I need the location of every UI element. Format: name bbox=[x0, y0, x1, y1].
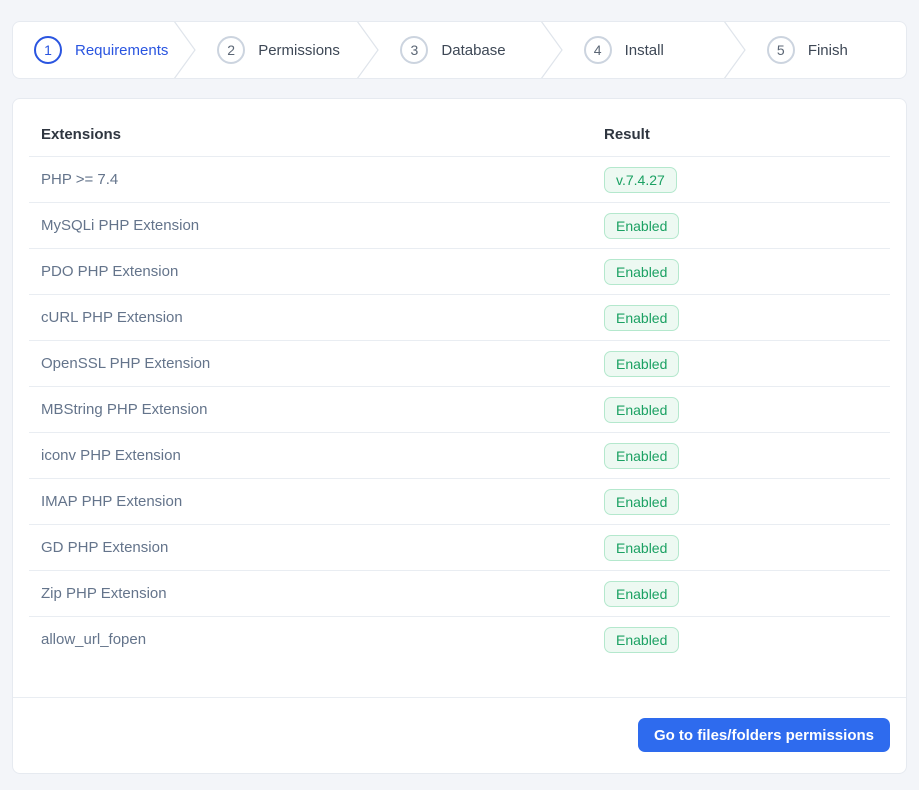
result-cell: Enabled bbox=[592, 524, 890, 571]
table-row: MBString PHP Extension Enabled bbox=[29, 386, 890, 433]
result-cell: Enabled bbox=[592, 294, 890, 341]
step-finish[interactable]: 5 Finish bbox=[746, 22, 906, 78]
table-row: allow_url_fopen Enabled bbox=[29, 617, 890, 663]
wizard-stepper: 1 Requirements 2 Permissions 3 Database … bbox=[12, 21, 907, 79]
step-label: Database bbox=[441, 41, 506, 59]
step-label: Finish bbox=[807, 41, 848, 59]
status-badge: Enabled bbox=[604, 304, 680, 331]
extension-name: IMAP PHP Extension bbox=[29, 478, 592, 525]
requirements-table-wrap: Extensions Result PHP >= 7.4 v.7.4.27 My… bbox=[13, 99, 906, 697]
table-row: IMAP PHP Extension Enabled bbox=[29, 478, 890, 525]
table-row: PHP >= 7.4 v.7.4.27 bbox=[29, 156, 890, 203]
extensions-column-header: Extensions bbox=[29, 99, 592, 157]
go-to-permissions-button[interactable]: Go to files/folders permissions bbox=[637, 718, 890, 752]
result-cell: Enabled bbox=[592, 432, 890, 479]
result-cell: v.7.4.27 bbox=[592, 156, 890, 203]
result-cell: Enabled bbox=[592, 570, 890, 617]
result-cell: Enabled bbox=[592, 202, 890, 249]
table-row: cURL PHP Extension Enabled bbox=[29, 294, 890, 341]
result-column-header: Result bbox=[592, 99, 890, 157]
step-requirements[interactable]: 1 Requirements bbox=[13, 22, 173, 78]
status-badge: Enabled bbox=[604, 212, 680, 239]
step-install[interactable]: 4 Install bbox=[563, 22, 723, 78]
step-permissions[interactable]: 2 Permissions bbox=[196, 22, 356, 78]
table-row: MySQLi PHP Extension Enabled bbox=[29, 202, 890, 249]
extension-name: GD PHP Extension bbox=[29, 524, 592, 571]
extension-name: PDO PHP Extension bbox=[29, 248, 592, 295]
status-badge: Enabled bbox=[604, 442, 680, 469]
requirements-card: Extensions Result PHP >= 7.4 v.7.4.27 My… bbox=[12, 98, 907, 774]
table-row: GD PHP Extension Enabled bbox=[29, 524, 890, 571]
status-badge: Enabled bbox=[604, 534, 680, 561]
extension-name: PHP >= 7.4 bbox=[29, 156, 592, 203]
step-database[interactable]: 3 Database bbox=[379, 22, 539, 78]
status-badge: Enabled bbox=[604, 488, 680, 515]
step-number-circle: 3 bbox=[400, 36, 429, 64]
table-row: OpenSSL PHP Extension Enabled bbox=[29, 340, 890, 387]
result-cell: Enabled bbox=[592, 340, 890, 387]
extension-name: OpenSSL PHP Extension bbox=[29, 340, 592, 387]
step-number-circle: 4 bbox=[583, 36, 612, 64]
chevron-separator-icon bbox=[356, 22, 380, 78]
requirements-table: Extensions Result PHP >= 7.4 v.7.4.27 My… bbox=[29, 99, 890, 663]
extension-name: cURL PHP Extension bbox=[29, 294, 592, 341]
extension-name: MBString PHP Extension bbox=[29, 386, 592, 433]
result-cell: Enabled bbox=[592, 386, 890, 433]
status-badge: v.7.4.27 bbox=[604, 166, 677, 193]
installer-page: 1 Requirements 2 Permissions 3 Database … bbox=[0, 0, 919, 774]
step-label: Requirements bbox=[75, 41, 169, 59]
table-row: Zip PHP Extension Enabled bbox=[29, 570, 890, 617]
chevron-separator-icon bbox=[540, 22, 563, 78]
extension-name: MySQLi PHP Extension bbox=[29, 202, 592, 249]
step-number-circle: 5 bbox=[766, 36, 795, 64]
chevron-separator-icon bbox=[173, 22, 196, 78]
status-badge: Enabled bbox=[604, 396, 680, 423]
result-cell: Enabled bbox=[592, 248, 890, 295]
table-row: PDO PHP Extension Enabled bbox=[29, 248, 890, 295]
step-label: Permissions bbox=[258, 41, 340, 59]
card-footer: Go to files/folders permissions bbox=[13, 697, 906, 773]
extension-name: allow_url_fopen bbox=[41, 631, 147, 649]
step-number-circle: 1 bbox=[34, 36, 62, 64]
table-row: iconv PHP Extension Enabled bbox=[29, 432, 890, 479]
status-badge: Enabled bbox=[604, 626, 680, 653]
step-label: Install bbox=[624, 41, 664, 59]
status-badge: Enabled bbox=[604, 258, 680, 285]
result-cell: Enabled bbox=[592, 617, 890, 663]
result-cell: Enabled bbox=[592, 478, 890, 525]
status-badge: Enabled bbox=[604, 350, 680, 377]
chevron-separator-icon bbox=[723, 22, 746, 78]
extension-name: iconv PHP Extension bbox=[29, 432, 592, 479]
extension-name: Zip PHP Extension bbox=[29, 570, 592, 617]
step-number-circle: 2 bbox=[217, 36, 246, 64]
status-badge: Enabled bbox=[604, 580, 680, 607]
